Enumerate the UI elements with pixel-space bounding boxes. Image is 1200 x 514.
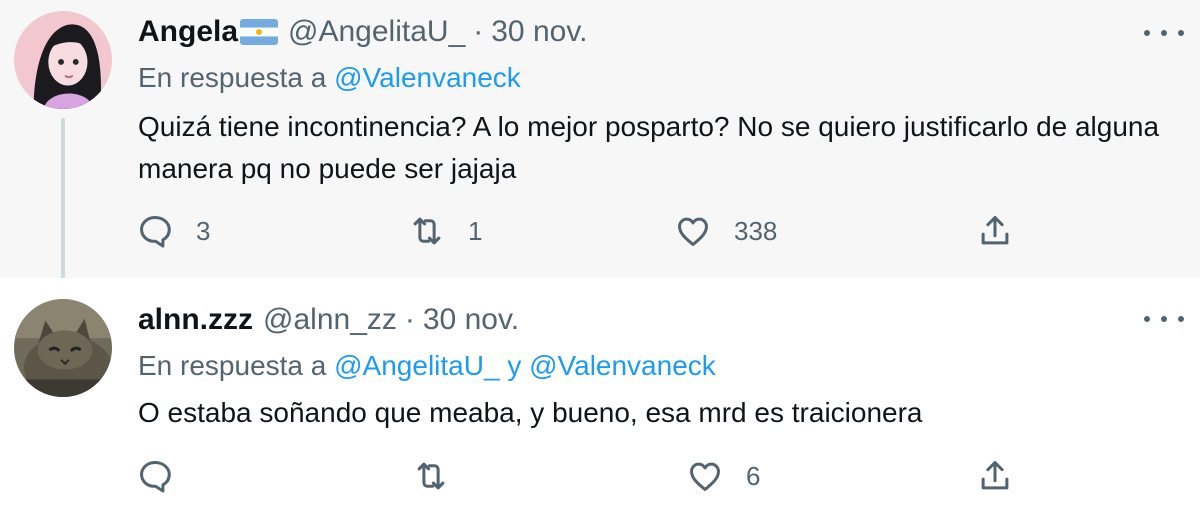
share-icon [981,216,1009,245]
avatar-image [14,299,112,397]
more-dot [1144,316,1150,322]
retweet-icon [413,217,441,245]
display-name[interactable]: alnn.zzz [138,303,253,337]
retweet-icon [417,462,445,490]
share-button[interactable] [976,209,1014,253]
tweet-date[interactable]: 30 nov. [423,303,519,337]
user-handle[interactable]: @AngelitaU_ [288,15,465,49]
display-name[interactable]: Angela [138,15,238,49]
reply-prefix: En respuesta a [138,62,327,93]
retweet-count: 1 [468,215,483,246]
avatar[interactable] [14,11,112,109]
reply-mention[interactable]: @AngelitaU_ [334,350,499,381]
like-button[interactable]: 338 [674,209,777,253]
reply-icon [140,461,171,493]
tweet-date[interactable]: 30 nov. [491,15,587,49]
like-count: 338 [734,215,778,246]
tweet-angela[interactable]: Angela @AngelitaU_ · 30 nov. En respuest… [0,0,1200,290]
reply-mention[interactable]: @Valenvaneck [334,62,521,93]
tweet-header: Angela @AngelitaU_ · 30 nov. [138,12,587,52]
more-options-icon[interactable] [1144,18,1184,48]
more-dot [1161,316,1167,322]
more-dot [1161,30,1167,36]
reply-button[interactable]: 3 [136,209,210,253]
tweet-alnn[interactable]: alnn.zzz @alnn_zz · 30 nov. En respuesta… [0,278,1200,514]
reply-button[interactable] [136,454,174,498]
reply-count: 3 [196,215,211,246]
argentina-flag-icon [240,19,279,45]
user-handle[interactable]: @alnn_zz [263,303,397,337]
separator-dot: · [404,303,415,336]
reply-prefix: En respuesta a [138,350,327,381]
more-dot [1178,30,1184,36]
tweet-actions: 6 [0,454,1200,498]
tweet-text: Quizá tiene incontinencia? A lo mejor po… [138,111,1160,184]
reply-mention[interactable]: @Valenvaneck [529,350,716,381]
more-dot [1144,30,1150,36]
thread-line [61,118,65,290]
reply-context: En respuesta a @AngelitaU_ y @Valenvanec… [138,350,716,382]
avatar-image [14,11,112,109]
retweet-button[interactable]: 1 [408,209,482,253]
more-dot [1178,316,1184,322]
retweet-button[interactable] [412,454,450,498]
avatar[interactable] [14,299,112,397]
tweet-text: O estaba soñando que meaba, y bueno, esa… [138,397,923,428]
share-button[interactable] [976,454,1014,498]
more-options-icon[interactable] [1144,304,1184,334]
share-icon [981,461,1009,490]
heart-icon [690,462,720,491]
separator-dot: · [473,15,484,48]
reply-context: En respuesta a @Valenvaneck [138,62,521,94]
reply-joiner: y [507,350,522,381]
tweet-header: alnn.zzz @alnn_zz · 30 nov. [138,300,519,340]
like-button[interactable]: 6 [686,454,760,498]
tweet-actions: 3 1 338 [0,209,1200,253]
heart-icon [678,217,708,246]
reply-icon [140,216,171,248]
like-count: 6 [746,460,761,491]
